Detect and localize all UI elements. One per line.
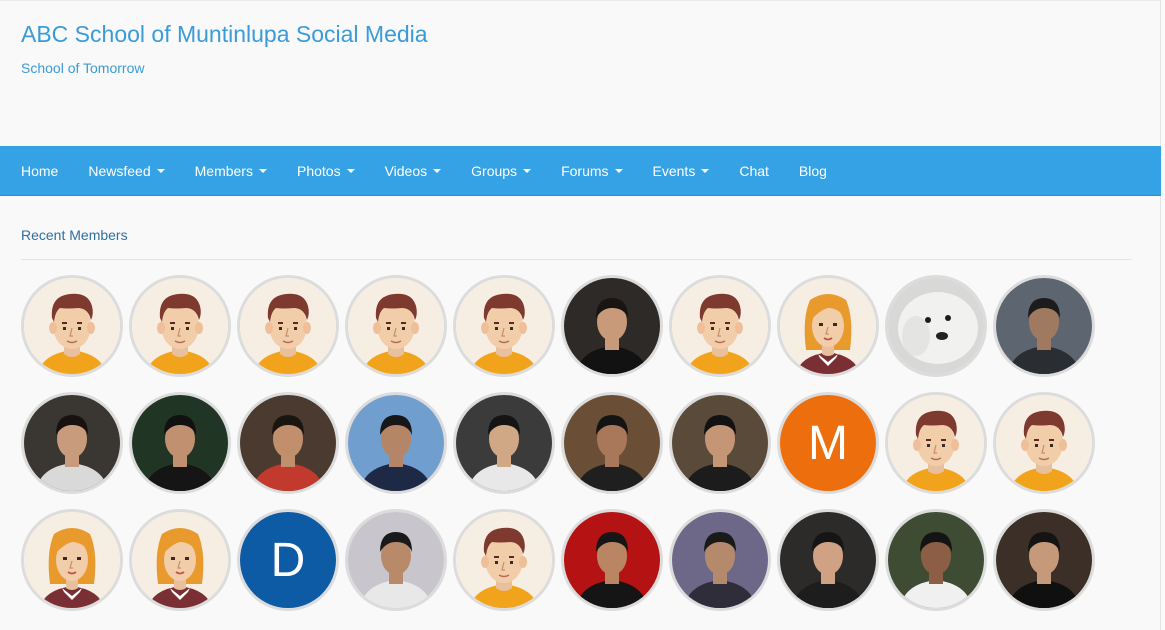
- member-avatar[interactable]: [345, 275, 447, 377]
- member-photo-icon: [996, 278, 1092, 374]
- member-photo-icon: [888, 512, 984, 608]
- site-header: ABC School of Muntinlupa Social Media Sc…: [0, 0, 1161, 146]
- default-male-avatar-icon: [348, 278, 444, 374]
- nav-item-label: Blog: [798, 163, 827, 179]
- caret-down-icon: [614, 169, 623, 173]
- member-avatar[interactable]: [885, 275, 987, 377]
- member-avatar[interactable]: [453, 392, 555, 494]
- nav-item-label: Newsfeed: [88, 163, 151, 179]
- nav-item-videos[interactable]: Videos: [370, 146, 457, 196]
- default-female-avatar-icon: [780, 278, 876, 374]
- dog-photo-icon: [888, 278, 984, 374]
- site-title-link[interactable]: ABC School of Muntinlupa Social Media: [21, 21, 428, 48]
- member-avatar[interactable]: [453, 275, 555, 377]
- nav-item-groups[interactable]: Groups: [456, 146, 546, 196]
- member-avatar[interactable]: [345, 509, 447, 611]
- member-photo-icon: [132, 395, 228, 491]
- member-photo-icon: [780, 512, 876, 608]
- nav-item-label: Home: [21, 163, 59, 179]
- nav-item-label: Chat: [739, 163, 769, 179]
- nav-item-members[interactable]: Members: [180, 146, 282, 196]
- member-avatar[interactable]: [669, 509, 771, 611]
- member-avatar[interactable]: [345, 392, 447, 494]
- default-male-avatar-icon: [132, 278, 228, 374]
- nav-item-home[interactable]: Home: [6, 146, 73, 196]
- recent-members-heading: Recent Members: [21, 227, 128, 243]
- member-photo-icon: [348, 395, 444, 491]
- nav-item-blog[interactable]: Blog: [784, 146, 842, 196]
- member-avatar[interactable]: [561, 275, 663, 377]
- default-male-avatar-icon: [240, 278, 336, 374]
- default-male-avatar-icon: [456, 278, 552, 374]
- member-avatar[interactable]: [237, 275, 339, 377]
- member-photo-icon: [456, 395, 552, 491]
- nav-item-label: Members: [194, 163, 253, 179]
- caret-down-icon: [346, 169, 355, 173]
- nav-item-label: Forums: [561, 163, 609, 179]
- member-avatar[interactable]: [129, 392, 231, 494]
- recent-members-grid: MD: [21, 275, 1111, 626]
- member-photo-icon: [996, 512, 1092, 608]
- member-avatar[interactable]: [561, 392, 663, 494]
- member-avatar[interactable]: [561, 509, 663, 611]
- member-photo-icon: [672, 512, 768, 608]
- caret-down-icon: [156, 169, 165, 173]
- default-female-avatar-icon: [132, 512, 228, 608]
- default-female-avatar-icon: [24, 512, 120, 608]
- member-avatar[interactable]: [777, 509, 879, 611]
- default-male-avatar-icon: [888, 395, 984, 491]
- member-avatar[interactable]: [993, 392, 1095, 494]
- member-avatar[interactable]: [777, 275, 879, 377]
- section-divider: [21, 259, 1132, 260]
- member-avatar[interactable]: [237, 392, 339, 494]
- nav-item-photos[interactable]: Photos: [282, 146, 370, 196]
- member-photo-icon: [564, 278, 660, 374]
- member-avatar[interactable]: [453, 509, 555, 611]
- member-avatar[interactable]: M: [777, 392, 879, 494]
- nav-item-events[interactable]: Events: [638, 146, 725, 196]
- nav-item-label: Videos: [384, 163, 428, 179]
- member-avatar[interactable]: [21, 275, 123, 377]
- member-avatar[interactable]: [669, 275, 771, 377]
- default-male-avatar-icon: [996, 395, 1092, 491]
- member-avatar[interactable]: [993, 275, 1095, 377]
- nav-item-label: Photos: [296, 163, 341, 179]
- letter-avatar: D: [240, 512, 336, 608]
- member-photo-icon: [564, 512, 660, 608]
- caret-down-icon: [523, 169, 532, 173]
- member-photo-icon: [24, 395, 120, 491]
- member-avatar[interactable]: [129, 509, 231, 611]
- nav-item-label: Events: [652, 163, 696, 179]
- nav-item-forums[interactable]: Forums: [546, 146, 637, 196]
- nav-list: Home Newsfeed Members Photos Videos Groups For…: [0, 146, 1161, 196]
- nav-item-chat[interactable]: Chat: [724, 146, 784, 196]
- nav-item-label: Groups: [471, 163, 518, 179]
- member-avatar[interactable]: D: [237, 509, 339, 611]
- default-male-avatar-icon: [24, 278, 120, 374]
- caret-down-icon: [258, 169, 267, 173]
- main-navbar: Home Newsfeed Members Photos Videos Groups For…: [0, 146, 1161, 196]
- member-avatar[interactable]: [993, 509, 1095, 611]
- default-male-avatar-icon: [672, 278, 768, 374]
- caret-down-icon: [701, 169, 710, 173]
- default-male-avatar-icon: [456, 512, 552, 608]
- member-avatar[interactable]: [885, 509, 987, 611]
- member-avatar[interactable]: [129, 275, 231, 377]
- member-photo-icon: [672, 395, 768, 491]
- member-avatar[interactable]: [21, 392, 123, 494]
- caret-down-icon: [433, 169, 442, 173]
- member-avatar[interactable]: [885, 392, 987, 494]
- member-photo-icon: [348, 512, 444, 608]
- member-photo-icon: [240, 395, 336, 491]
- site-tagline: School of Tomorrow: [21, 60, 145, 76]
- member-photo-icon: [564, 395, 660, 491]
- member-avatar[interactable]: [669, 392, 771, 494]
- nav-item-newsfeed[interactable]: Newsfeed: [73, 146, 179, 196]
- letter-avatar: M: [780, 395, 876, 491]
- member-avatar[interactable]: [21, 509, 123, 611]
